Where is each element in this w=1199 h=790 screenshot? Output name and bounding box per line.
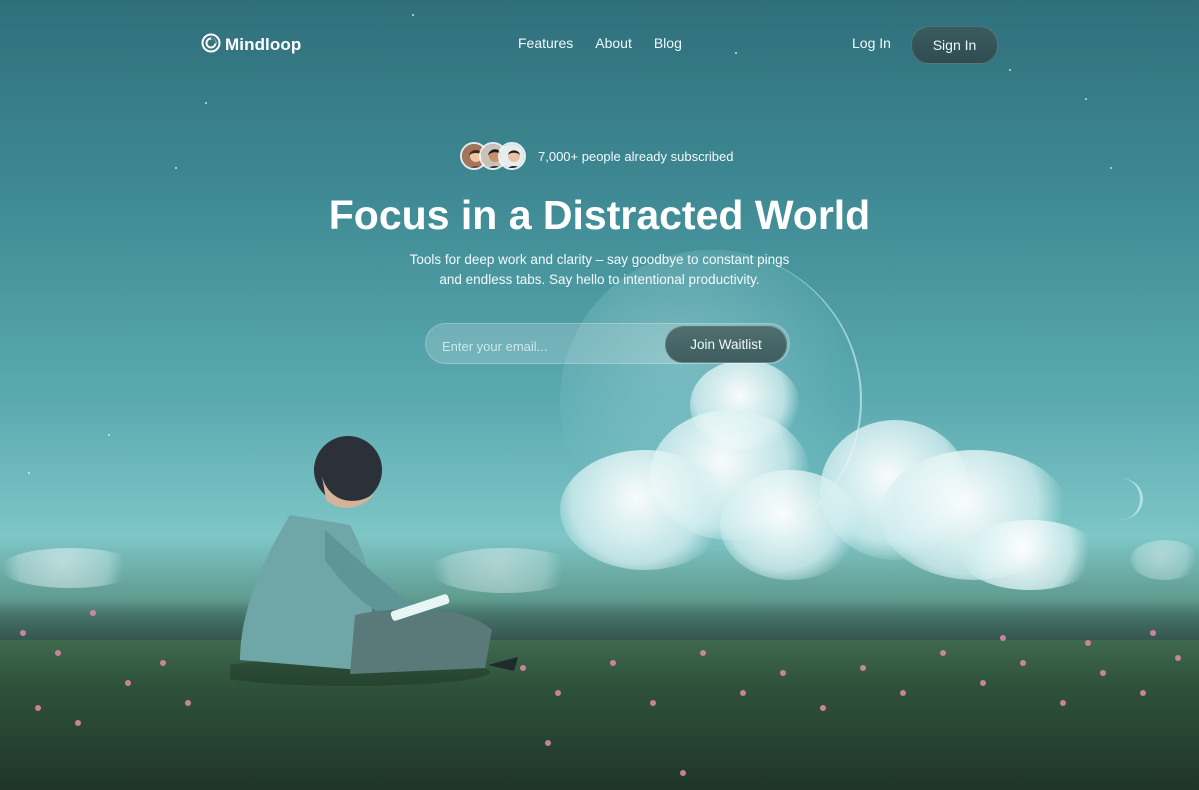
subscriber-count-text: 7,000+ people already subscribed [538, 148, 734, 164]
join-waitlist-button[interactable]: Join Waitlist [665, 326, 787, 363]
landing-page: Mindloop Features About Blog Log In Sign… [0, 0, 1199, 790]
subscriber-avatars [460, 142, 526, 170]
hero-title: Focus in a Distracted World [328, 192, 871, 238]
waitlist-form: Join Waitlist [425, 323, 790, 364]
email-input[interactable] [440, 335, 664, 357]
person-reading-illustration [230, 436, 518, 686]
top-navigation: Mindloop Features About Blog Log In Sign… [0, 0, 1199, 88]
brand-logo[interactable]: Mindloop [201, 33, 301, 57]
spiral-logo-icon [201, 33, 221, 57]
brand-name: Mindloop [225, 35, 302, 54]
moon-illustration [1098, 478, 1143, 520]
nav-link-blog[interactable]: Blog [654, 35, 682, 51]
social-proof: 7,000+ people already subscribed [460, 142, 734, 170]
nav-link-about[interactable]: About [595, 35, 632, 51]
hero-subtitle: Tools for deep work and clarity – say go… [0, 250, 1199, 290]
nav-links: Features About Blog [518, 35, 682, 51]
hero-subtitle-line-1: Tools for deep work and clarity – say go… [409, 252, 790, 267]
avatar [498, 142, 526, 170]
sign-in-button[interactable]: Sign In [911, 26, 998, 64]
login-link[interactable]: Log In [852, 35, 891, 51]
nav-link-features[interactable]: Features [518, 35, 573, 51]
ocean-horizon [0, 600, 1199, 645]
hero-subtitle-line-2: and endless tabs. Say hello to intention… [439, 272, 760, 287]
